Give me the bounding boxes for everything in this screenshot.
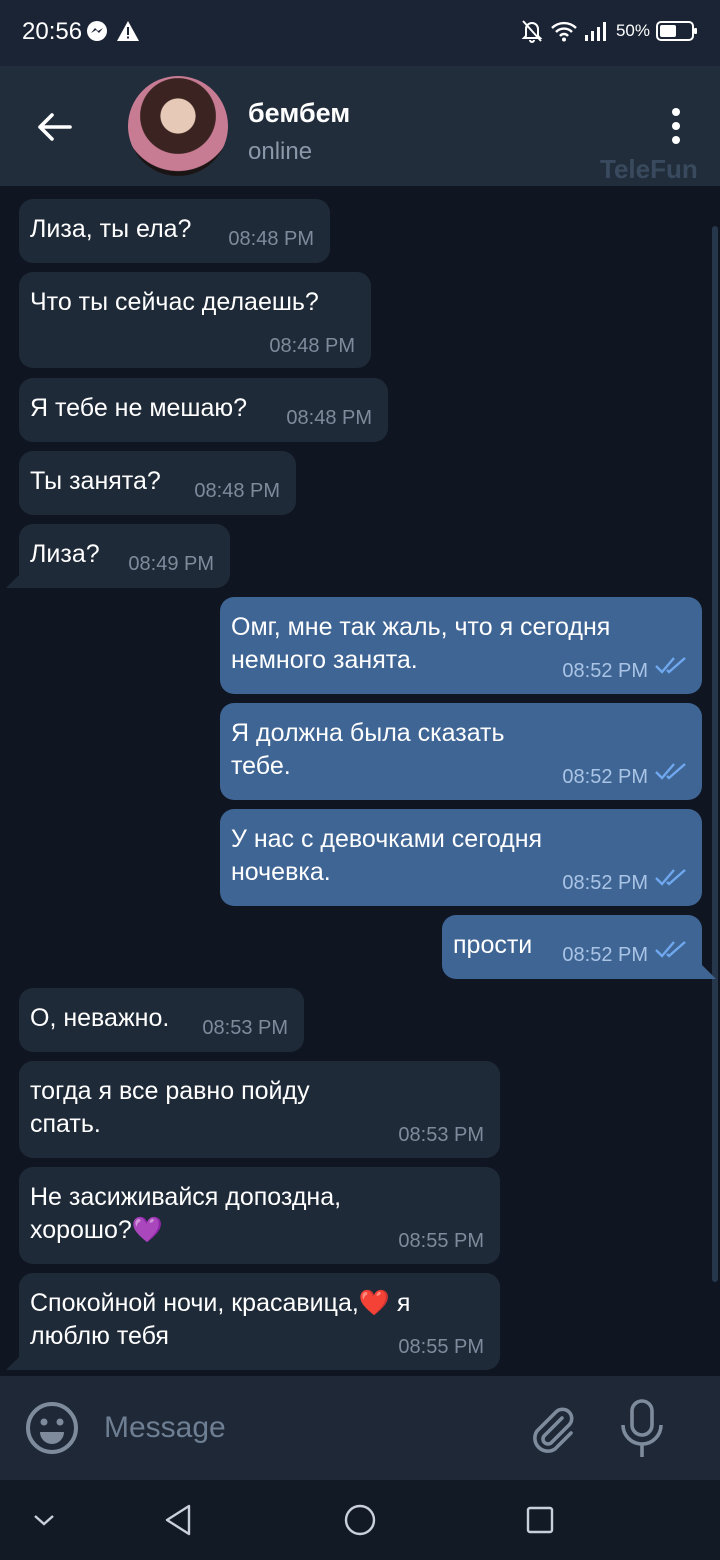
- message-time: 08:48 PM: [228, 228, 314, 250]
- message-incoming[interactable]: О, неважно. 08:53 PM: [19, 988, 304, 1052]
- back-arrow-icon: [38, 113, 72, 141]
- nav-recents-button[interactable]: [520, 1500, 560, 1540]
- bubble-tail: [6, 574, 20, 588]
- chat-title[interactable]: бембем: [248, 98, 350, 129]
- back-button[interactable]: [28, 101, 80, 153]
- double-check-icon: [655, 869, 686, 886]
- message-incoming[interactable]: Что ты сейчас делаешь? 08:48 PM: [19, 272, 371, 368]
- message-text: Что ты сейчас делаешь?: [30, 288, 319, 316]
- status-left-icons: [86, 20, 140, 42]
- message-outgoing[interactable]: У нас с девочками сегодня ночевка. 08:52…: [220, 809, 702, 906]
- battery-percent: 50%: [615, 21, 650, 40]
- message-time: 08:55 PM: [398, 1336, 484, 1358]
- message-time: 08:49 PM: [128, 553, 214, 575]
- avatar[interactable]: [128, 76, 228, 176]
- message-composer: [0, 1376, 720, 1480]
- system-nav-bar: [0, 1480, 720, 1560]
- double-check-icon: [655, 763, 686, 780]
- message-outgoing[interactable]: Омг, мне так жаль, что я сегодня немного…: [220, 597, 702, 694]
- chevron-down-icon: [34, 1515, 54, 1526]
- more-vertical-icon[interactable]: [660, 106, 692, 146]
- nav-back-button[interactable]: [158, 1500, 198, 1540]
- message-time: 08:52 PM: [562, 660, 648, 682]
- message-time: 08:52 PM: [562, 944, 648, 966]
- back-triangle-icon: [165, 1504, 191, 1536]
- home-circle-icon: [344, 1504, 376, 1536]
- nav-home-button[interactable]: [340, 1500, 380, 1540]
- status-bar: 20:56 50%: [0, 0, 720, 66]
- message-time: 08:53 PM: [202, 1017, 288, 1039]
- signal-icon: [584, 22, 606, 41]
- chat-status: online: [248, 138, 313, 165]
- message-incoming[interactable]: тогда я все равно пойду спать. 08:53 PM: [19, 1061, 500, 1158]
- message-incoming[interactable]: Ты занята? 08:48 PM: [19, 451, 296, 515]
- message-time: 08:53 PM: [398, 1124, 484, 1146]
- warning-icon: [117, 21, 139, 41]
- message-time: 08:48 PM: [286, 407, 372, 429]
- message-incoming[interactable]: Лиза? 08:49 PM: [19, 524, 230, 588]
- message-incoming[interactable]: Я тебе не мешаю? 08:48 PM: [19, 378, 388, 442]
- scrollbar[interactable]: [712, 226, 718, 1282]
- recents-square-icon: [526, 1506, 554, 1534]
- wifi-icon: [551, 21, 577, 42]
- messenger-icon: [87, 21, 107, 41]
- status-time: 20:56: [22, 18, 83, 45]
- chat-header: бембем online TeleFun: [0, 66, 720, 186]
- watermark: TeleFun: [600, 154, 698, 184]
- battery-icon: [656, 21, 697, 41]
- message-time: 08:55 PM: [398, 1230, 484, 1252]
- double-check-icon: [655, 657, 686, 674]
- message-incoming[interactable]: Спокойной ночи, красавица,❤️ я люблю теб…: [19, 1273, 500, 1370]
- message-outgoing[interactable]: Я должна была сказать тебе. 08:52 PM: [220, 703, 702, 800]
- message-outgoing[interactable]: прости 08:52 PM: [442, 915, 702, 979]
- bubble-tail: [6, 1356, 20, 1370]
- microphone-icon[interactable]: [618, 1398, 666, 1460]
- bell-off-icon: [521, 20, 543, 43]
- message-time: 08:48 PM: [194, 480, 280, 502]
- message-time: 08:48 PM: [269, 335, 355, 357]
- message-time: 08:52 PM: [562, 766, 648, 788]
- double-check-icon: [655, 941, 686, 958]
- bubble-tail: [702, 965, 716, 979]
- paperclip-icon[interactable]: [526, 1402, 580, 1456]
- message-incoming[interactable]: Лиза, ты ела? 08:48 PM: [19, 199, 330, 263]
- emoji-icon[interactable]: [24, 1400, 80, 1456]
- message-input[interactable]: [104, 1406, 504, 1450]
- message-incoming[interactable]: Не засиживайся допоздна, хорошо?💜 08:55 …: [19, 1167, 500, 1264]
- status-right-icons: 50%: [520, 18, 698, 44]
- message-time: 08:52 PM: [562, 872, 648, 894]
- nav-collapse-button[interactable]: [24, 1500, 64, 1540]
